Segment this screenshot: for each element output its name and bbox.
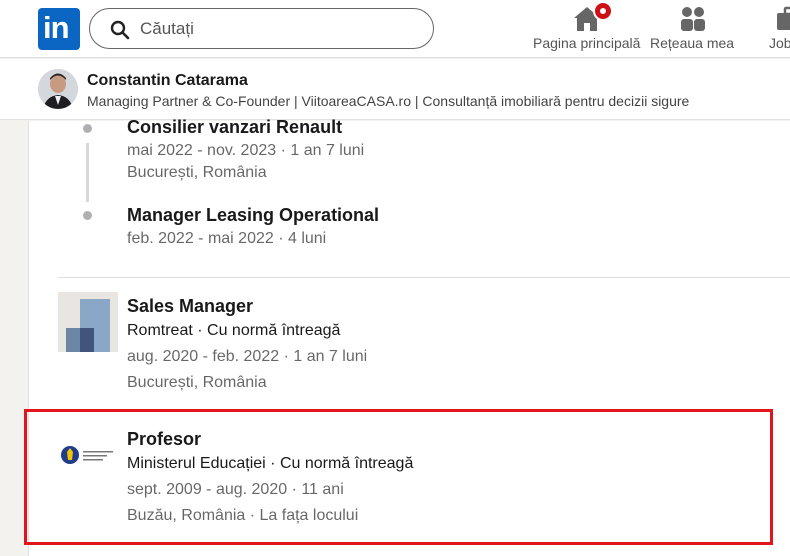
search-input[interactable] — [140, 18, 420, 40]
role-dates: mai 2022 - nov. 2023 · 1 an 7 luni — [127, 142, 365, 159]
highlight-box — [24, 409, 773, 545]
role-dates: feb. 2022 - mai 2022 · 4 luni — [127, 230, 327, 247]
romtreat-logo-icon[interactable] — [58, 292, 118, 352]
nav-label-my-network: Rețeaua mea — [650, 35, 735, 51]
section-divider — [58, 277, 790, 278]
linkedin-logo-icon[interactable]: in — [38, 8, 80, 50]
profile-name[interactable]: Constantin Catarama — [87, 72, 248, 90]
role-location: București, România — [127, 164, 267, 181]
timeline-connector — [86, 143, 89, 202]
search-box[interactable] — [89, 8, 434, 49]
timeline-dot-icon — [83, 124, 92, 133]
nav-label-jobs: Job — [769, 35, 790, 51]
entry-dates: aug. 2020 - feb. 2022 · 1 an 7 luni — [127, 348, 368, 365]
entry-company: Romtreat · Cu normă întreagă — [127, 322, 341, 339]
nav-item-jobs[interactable]: Job — [764, 0, 790, 58]
notification-badge-icon — [593, 1, 613, 21]
top-navigation: in Pagina principală Rețeaua mea Job — [0, 0, 790, 58]
avatar[interactable] — [38, 69, 78, 109]
logo-text: in — [43, 10, 70, 45]
profile-headline: Managing Partner & Co-Founder | Viitoare… — [87, 93, 690, 109]
nav-item-my-network[interactable]: Rețeaua mea — [650, 0, 736, 58]
role-title: Manager Leasing Operational — [127, 205, 380, 225]
timeline-dot-icon — [83, 211, 92, 220]
role-title: Consilier vanzari Renault — [127, 117, 343, 137]
nav-label-home: Pagina principală — [533, 35, 641, 51]
nav-item-home[interactable]: Pagina principală — [532, 0, 646, 58]
entry-title: Sales Manager — [127, 296, 254, 316]
avatar-photo-icon — [38, 69, 78, 109]
my-network-icon — [681, 7, 705, 31]
search-icon — [110, 20, 130, 40]
entry-location: București, România — [127, 374, 267, 391]
profile-sticky-header: Constantin Catarama Managing Partner & C… — [0, 59, 790, 120]
jobs-icon — [777, 6, 790, 30]
